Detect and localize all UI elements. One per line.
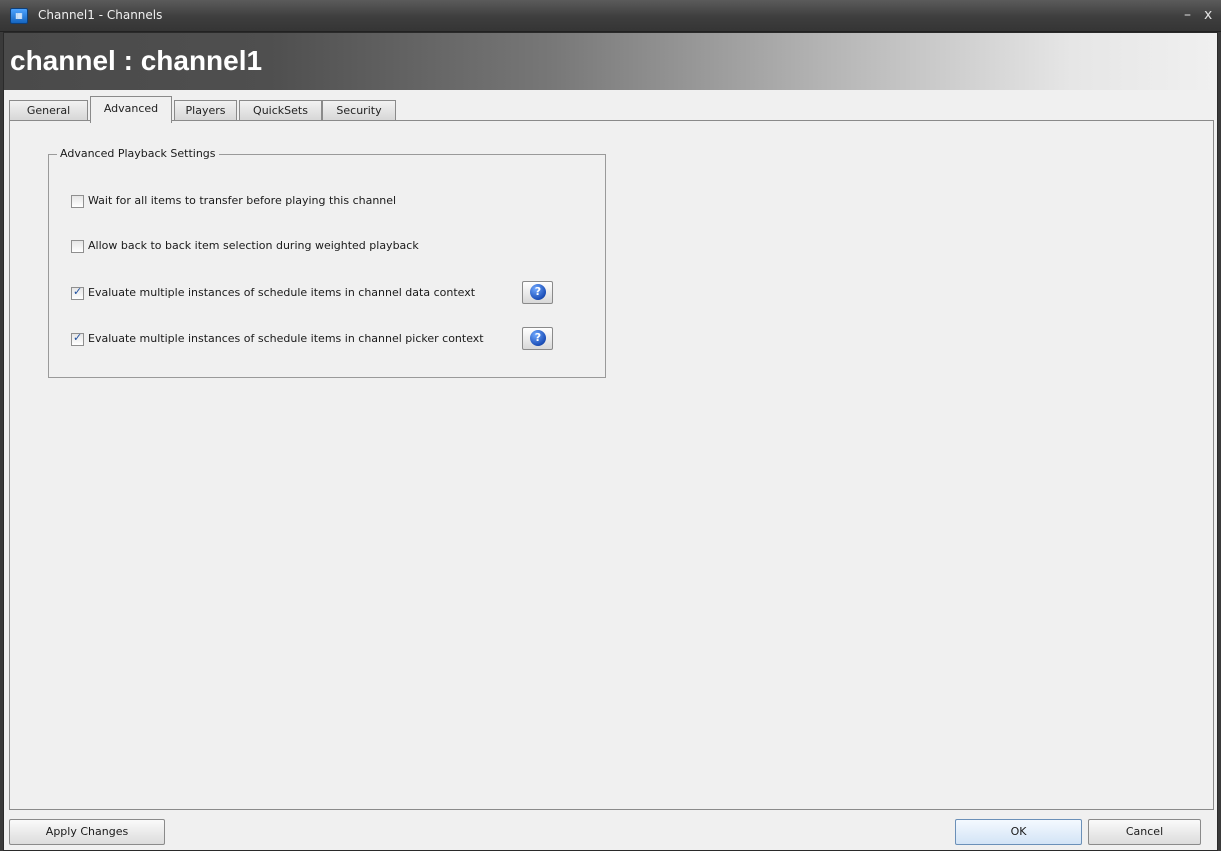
ok-button[interactable]: OK (955, 819, 1082, 845)
tab-advanced[interactable]: Advanced (90, 96, 172, 123)
wait-for-transfer-label[interactable]: Wait for all items to transfer before pl… (88, 193, 396, 209)
help-icon: ? (530, 330, 546, 346)
window-title: Channel1 - Channels (38, 8, 163, 22)
header-banner: channel : channel1 (4, 33, 1217, 90)
tab-players[interactable]: Players (174, 100, 237, 122)
wait-for-transfer-checkbox[interactable] (71, 195, 84, 208)
channels-app-icon: ▦ (10, 8, 28, 24)
close-icon[interactable]: x (1204, 6, 1212, 24)
picker-context-help-button[interactable]: ? (522, 327, 553, 350)
picker-context-checkbox[interactable] (71, 331, 84, 346)
advanced-playback-settings-group: Advanced Playback Settings Wait for all … (48, 147, 606, 378)
back-to-back-checkbox[interactable] (71, 240, 84, 253)
picker-context-label[interactable]: Evaluate multiple instances of schedule … (88, 331, 484, 347)
page-title: channel : channel1 (10, 45, 263, 76)
data-context-checkbox[interactable] (71, 285, 84, 300)
tab-general[interactable]: General (9, 100, 88, 122)
tab-quicksets[interactable]: QuickSets (239, 100, 322, 122)
apply-changes-button[interactable]: Apply Changes (9, 819, 165, 845)
help-icon: ? (530, 284, 546, 300)
window-titlebar: ▦ Channel1 - Channels – x (0, 0, 1221, 32)
group-title: Advanced Playback Settings (57, 147, 219, 161)
data-context-label[interactable]: Evaluate multiple instances of schedule … (88, 285, 475, 301)
tab-panel-advanced: Advanced Playback Settings Wait for all … (9, 120, 1214, 810)
dialog-frame: channel : channel1 General Advanced Play… (3, 32, 1218, 851)
cancel-button[interactable]: Cancel (1088, 819, 1201, 845)
data-context-help-button[interactable]: ? (522, 281, 553, 304)
minimize-icon[interactable]: – (1184, 6, 1191, 24)
tab-security[interactable]: Security (322, 100, 396, 122)
back-to-back-label[interactable]: Allow back to back item selection during… (88, 238, 419, 254)
